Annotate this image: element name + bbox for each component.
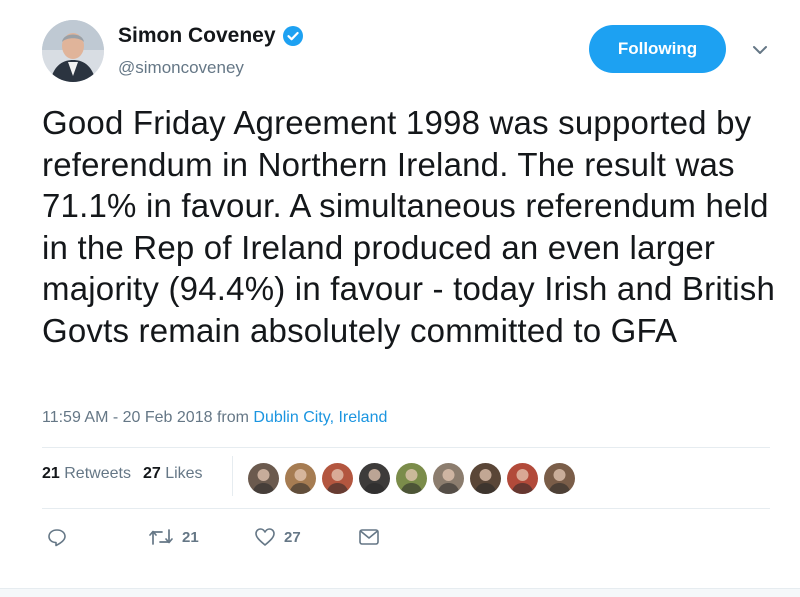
stats-divider	[232, 456, 233, 496]
liker-avatars	[248, 463, 575, 494]
liker-avatar[interactable]	[470, 463, 501, 494]
reply-button[interactable]	[47, 527, 67, 547]
liker-avatar[interactable]	[359, 463, 390, 494]
heart-icon	[255, 528, 275, 546]
from-label: from	[216, 409, 249, 426]
liker-avatar[interactable]	[507, 463, 538, 494]
liker-avatar[interactable]	[322, 463, 353, 494]
retweets-label: Retweets	[64, 465, 131, 482]
divider	[42, 508, 770, 509]
verified-badge-icon	[282, 25, 304, 47]
profile-photo	[42, 20, 104, 82]
retweet-button[interactable]: 21	[148, 527, 199, 547]
avatar[interactable]	[42, 20, 104, 82]
like-button[interactable]: 27	[254, 527, 301, 547]
likes-stat[interactable]: 27 Likes	[143, 465, 203, 483]
retweet-icon	[149, 529, 173, 545]
engagement-stats: 21 Retweets 27 Likes	[42, 465, 203, 483]
location-link[interactable]: Dublin City, Ireland	[253, 409, 387, 426]
likes-label: Likes	[165, 465, 203, 482]
tweet-metadata: 11:59 AM - 20 Feb 2018 from Dublin City,…	[42, 409, 387, 427]
retweet-count: 21	[182, 528, 199, 546]
tweet-timestamp[interactable]: 11:59 AM - 20 Feb 2018	[42, 409, 212, 426]
retweets-count: 21	[42, 465, 60, 482]
following-button[interactable]: Following	[589, 25, 726, 73]
tweet-actions: 21 27	[0, 527, 800, 553]
divider	[42, 447, 770, 448]
tweet-text: Good Friday Agreement 1998 was supported…	[42, 104, 776, 349]
liker-avatar[interactable]	[433, 463, 464, 494]
direct-message-button[interactable]	[358, 527, 380, 547]
like-count: 27	[284, 528, 301, 546]
liker-avatar[interactable]	[285, 463, 316, 494]
liker-avatar[interactable]	[248, 463, 279, 494]
reply-icon	[48, 529, 66, 547]
envelope-icon	[359, 529, 379, 545]
liker-avatar[interactable]	[396, 463, 427, 494]
likes-count: 27	[142, 465, 161, 482]
retweets-stat[interactable]: 21 Retweets	[42, 465, 131, 483]
chevron-down-icon[interactable]	[750, 40, 770, 60]
display-name[interactable]: Simon Coveney	[118, 24, 276, 48]
user-handle[interactable]: @simoncoveney	[118, 58, 244, 78]
liker-avatar[interactable]	[544, 463, 575, 494]
